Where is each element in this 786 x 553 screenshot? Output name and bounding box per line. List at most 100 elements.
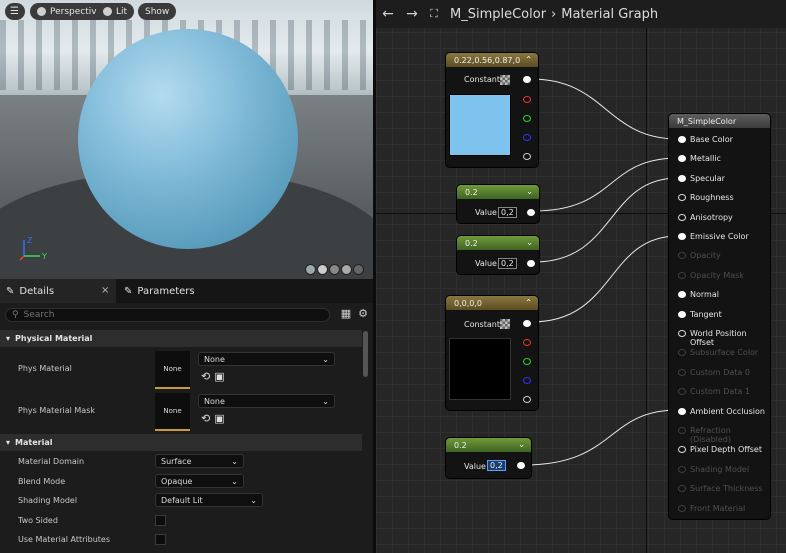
preview-shape-selector[interactable]: [305, 264, 364, 275]
output-pin-a[interactable]: [523, 153, 531, 160]
input-pin[interactable]: [678, 291, 686, 299]
input-pin[interactable]: [678, 271, 686, 279]
input-pin[interactable]: [678, 252, 686, 260]
details-search[interactable]: ⚲: [5, 308, 330, 322]
input-pin[interactable]: [678, 136, 686, 143]
node-title: M_SimpleColor: [677, 116, 737, 126]
output-pin-g[interactable]: [523, 115, 531, 122]
section-physical-material[interactable]: ▾ Physical Material: [0, 330, 362, 347]
tab-details[interactable]: ✎ Details: [0, 279, 116, 303]
phys-material-mask-thumbnail[interactable]: None: [155, 393, 190, 431]
browse-back-icon[interactable]: ⟲: [201, 412, 210, 425]
input-pin[interactable]: [678, 174, 686, 182]
shading-model-dropdown[interactable]: Default Lit ⌄: [155, 493, 263, 507]
input-pin[interactable]: [678, 465, 686, 473]
sphere-icon[interactable]: [317, 264, 328, 275]
tab-parameters[interactable]: ✎ Parameters: [118, 279, 238, 303]
blend-mode-label: Blend Mode: [18, 477, 66, 486]
two-sided-checkbox[interactable]: [155, 515, 166, 526]
chevron-down-icon[interactable]: ⌄: [526, 238, 533, 247]
chevron-down-icon[interactable]: ⌄: [518, 440, 525, 449]
output-pin[interactable]: [517, 462, 525, 469]
cube-icon[interactable]: [341, 264, 352, 275]
value-field[interactable]: 0,2: [487, 460, 506, 471]
output-pin-rgba[interactable]: [523, 76, 531, 83]
search-input[interactable]: [23, 310, 304, 320]
shading-model-label: Shading Model: [18, 496, 78, 505]
output-pin-b[interactable]: [523, 134, 531, 141]
use-material-attributes-checkbox[interactable]: [155, 534, 166, 545]
constant4vector-node[interactable]: 0,0,0,0 ⌃ Constant: [446, 296, 538, 410]
input-pin[interactable]: [678, 155, 686, 163]
cylinder-icon[interactable]: [305, 264, 316, 275]
input-pin[interactable]: [678, 213, 686, 221]
show-button[interactable]: Show: [138, 3, 177, 20]
chevron-up-icon[interactable]: ⌃: [525, 55, 532, 64]
constant-scalar-node-3[interactable]: 0.2 ⌄ Value 0,2: [446, 438, 531, 478]
input-pin[interactable]: [678, 368, 686, 376]
material-preview-viewport[interactable]: ☰ Perspective Lit Show Z Y: [0, 0, 373, 279]
input-pin[interactable]: [678, 504, 686, 512]
output-pin[interactable]: [527, 209, 535, 216]
material-graph-canvas[interactable]: ← → ⛶ M_SimpleColor › Material Graph 0.2…: [376, 0, 786, 553]
input-pin[interactable]: [678, 388, 686, 396]
node-title: 0.22,0.56,0.87,0: [454, 55, 521, 65]
output-pin-rgba[interactable]: [523, 320, 531, 327]
teapot-icon[interactable]: [353, 264, 364, 275]
node-header[interactable]: 0.2 ⌄: [457, 185, 539, 199]
folder-search-icon[interactable]: ▣: [214, 370, 224, 383]
show-label: Show: [145, 6, 170, 17]
input-pin[interactable]: [678, 485, 686, 493]
browse-back-icon[interactable]: ⟲: [201, 370, 210, 383]
section-material[interactable]: ▾ Material: [0, 434, 362, 451]
node-header[interactable]: 0.2 ⌄: [457, 236, 539, 250]
constant3vector-node[interactable]: 0.22,0.56,0.87,0 ⌃ Constant: [446, 53, 538, 167]
phys-material-thumbnail[interactable]: None: [155, 351, 190, 389]
node-header[interactable]: 0.22,0.56,0.87,0 ⌃: [446, 53, 538, 67]
viewport-menu-button[interactable]: ☰: [5, 3, 25, 20]
input-pin[interactable]: [678, 233, 686, 240]
output-pin-r[interactable]: [523, 96, 531, 103]
input-pin[interactable]: [678, 194, 686, 202]
input-pin[interactable]: [678, 330, 686, 337]
output-pin-a[interactable]: [523, 396, 531, 403]
input-pin[interactable]: [678, 446, 686, 454]
search-icon: ⚲: [12, 310, 19, 320]
settings-gear-icon[interactable]: ⚙: [357, 308, 369, 320]
close-tab-button[interactable]: ×: [101, 285, 109, 296]
output-pin-g[interactable]: [523, 358, 531, 365]
node-header[interactable]: 0,0,0,0 ⌃: [446, 296, 538, 310]
chevron-down-icon[interactable]: ⌄: [526, 187, 533, 196]
plane-icon[interactable]: [329, 264, 340, 275]
wire-ambient-occlusion: [523, 409, 679, 466]
material-domain-dropdown[interactable]: Surface ⌄: [155, 454, 244, 468]
input-pin[interactable]: [678, 349, 686, 357]
output-pin-b[interactable]: [523, 377, 531, 384]
input-pin[interactable]: [678, 310, 686, 318]
hamburger-icon: ☰: [10, 6, 19, 17]
input-pin[interactable]: [678, 427, 686, 434]
input-label: World Position Offset: [690, 329, 747, 347]
input-label: Specular: [690, 173, 725, 183]
folder-search-icon[interactable]: ▣: [214, 412, 224, 425]
material-result-node[interactable]: M_SimpleColor Base Color Metallic Specular…: [669, 114, 770, 519]
chevron-down-icon: ⌄: [250, 496, 257, 505]
phys-material-dropdown[interactable]: None ⌄: [198, 352, 335, 366]
constant-scalar-node-2[interactable]: 0.2 ⌄ Value 0,2: [457, 236, 539, 274]
node-header[interactable]: 0.2 ⌄: [446, 438, 531, 452]
node-title: 0.2: [465, 187, 478, 197]
blend-mode-dropdown[interactable]: Opaque ⌄: [155, 474, 244, 488]
output-pin-r[interactable]: [523, 339, 531, 346]
details-scrollbar[interactable]: [363, 331, 368, 377]
input-pin[interactable]: [678, 407, 686, 415]
node-header[interactable]: M_SimpleColor: [669, 114, 770, 128]
table-view-icon[interactable]: ▦: [340, 308, 352, 320]
value-field[interactable]: 0,2: [498, 207, 517, 218]
lit-button[interactable]: Lit: [96, 3, 135, 20]
chevron-down-icon: ⌄: [231, 457, 238, 466]
value-field[interactable]: 0,2: [498, 258, 517, 269]
chevron-up-icon[interactable]: ⌃: [525, 298, 532, 307]
phys-material-mask-dropdown[interactable]: None ⌄: [198, 394, 335, 408]
constant-scalar-node-1[interactable]: 0.2 ⌄ Value 0,2: [457, 185, 539, 223]
output-pin[interactable]: [527, 260, 535, 267]
